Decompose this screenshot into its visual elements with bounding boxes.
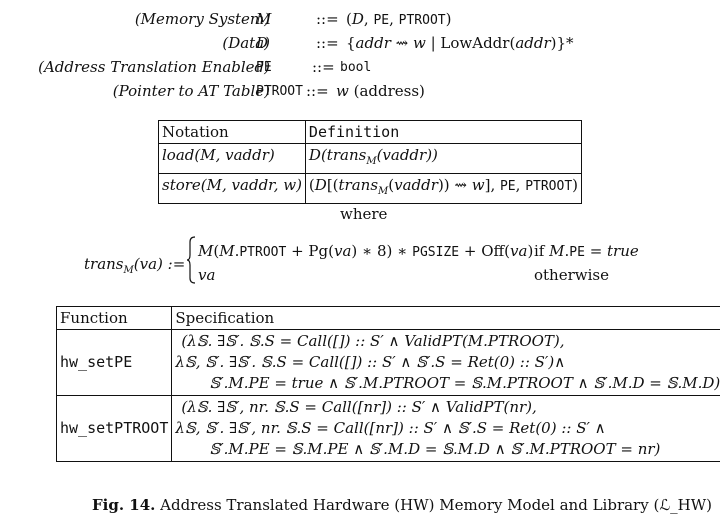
- figure-caption: Fig. 14. Address Translated Hardware (HW…: [92, 496, 712, 514]
- caption-label: Fig. 14.: [92, 496, 156, 514]
- grammar-def-data: {addr ⇝ w | LowAddr(addr)}*: [346, 34, 574, 52]
- grammar-symbol-pe: PE: [256, 60, 272, 75]
- grammar-def-memory-system: (D, PE, PTROOT): [346, 10, 452, 28]
- spec-cell-hw-setpe: (λ𝕊. ∃𝕊′. 𝕊.S = Call([]) :: S′ ∧ ValidPT…: [171, 329, 720, 396]
- grammar-label-at-enabled: (Address Translation Enabled): [38, 58, 270, 76]
- grammar-symbol-m: M: [256, 10, 272, 28]
- notation-cell-store: store(M, vaddr, w): [158, 173, 306, 204]
- trans-case1-expr: M(M.PTROOT + Pg(va) ∗ 8) ∗ PGSIZE + Off(…: [198, 242, 534, 260]
- function-cell-hw-setptroot: hw_setPTROOT: [55, 395, 173, 462]
- spec-line: (λ𝕊. ∃𝕊′, nr. 𝕊.S = Call([nr]) :: S′ ∧ V…: [181, 398, 537, 416]
- trans-case1-cond: if M.PE = true: [534, 242, 639, 260]
- definition-header: Definition: [304, 120, 583, 144]
- definition-cell-load: D(transM(vaddr)): [304, 143, 583, 174]
- trans-case2-expr: va: [198, 266, 216, 284]
- grammar-symbol-ptroot: PTROOT: [256, 84, 303, 99]
- grammar-def-pe: bool: [340, 60, 372, 75]
- grammar-label-at-pointer: (Pointer to AT Table): [112, 82, 270, 100]
- function-cell-hw-setpe: hw_setPE: [55, 329, 173, 396]
- spec-line: λ𝕊, 𝕊′. ∃𝕊′, nr. 𝕊.S = Call([nr]) :: S′ …: [175, 419, 606, 437]
- notation-header: Notation: [158, 120, 306, 144]
- grammar-op: ::=: [316, 10, 339, 28]
- grammar-def-ptroot: w (address): [336, 82, 425, 100]
- function-header: Function: [55, 306, 173, 330]
- grammar-op: ::=: [312, 58, 335, 76]
- table-row: store(M, vaddr, w) (D[(transM(vaddr)) ⇝ …: [158, 173, 583, 204]
- spec-line: λ𝕊, 𝕊′. ∃𝕊′. 𝕊.S = Call([]) :: S′ ∧ 𝕊′.S…: [175, 353, 566, 371]
- grammar-label-data: (Data): [222, 34, 270, 52]
- specification-header: Specification: [171, 306, 720, 330]
- grammar-op: ::=: [316, 34, 339, 52]
- grammar-symbol-d: D: [256, 34, 269, 52]
- notation-cell-load: load(M, vaddr): [158, 143, 306, 174]
- spec-line: (λ𝕊. ∃𝕊′. 𝕊.S = Call([]) :: S′ ∧ ValidPT…: [181, 332, 565, 350]
- trans-case2-cond: otherwise: [534, 266, 609, 284]
- grammar-op: ::=: [306, 82, 329, 100]
- table-row: hw_setPE (λ𝕊. ∃𝕊′. 𝕊.S = Call([]) :: S′ …: [55, 329, 720, 396]
- trans-lhs: transM(va) :=: [84, 255, 186, 276]
- spec-line: 𝕊′.M.PE = 𝕊.M.PE ∧ 𝕊′.M.D = 𝕊.M.D ∧ 𝕊′.M…: [209, 440, 661, 458]
- definition-cell-store: (D[(transM(vaddr)) ⇝ w], PE, PTROOT): [304, 173, 583, 204]
- notation-table: Notation Definition load(M, vaddr) D(tra…: [158, 120, 583, 204]
- grammar-label-memory-system: (Memory System): [134, 10, 270, 28]
- function-spec-table: Function Specification hw_setPE (λ𝕊. ∃𝕊′…: [55, 306, 720, 462]
- caption-text: Address Translated Hardware (HW) Memory …: [160, 496, 712, 514]
- table-row: hw_setPTROOT (λ𝕊. ∃𝕊′, nr. 𝕊.S = Call([n…: [55, 395, 720, 462]
- spec-cell-hw-setptroot: (λ𝕊. ∃𝕊′, nr. 𝕊.S = Call([nr]) :: S′ ∧ V…: [171, 395, 720, 462]
- where-text: where: [340, 205, 388, 223]
- table-row: load(M, vaddr) D(transM(vaddr)): [158, 143, 583, 174]
- left-brace-icon: [186, 236, 196, 284]
- spec-line: 𝕊′.M.PE = true ∧ 𝕊′.M.PTROOT = 𝕊.M.PTROO…: [209, 374, 720, 392]
